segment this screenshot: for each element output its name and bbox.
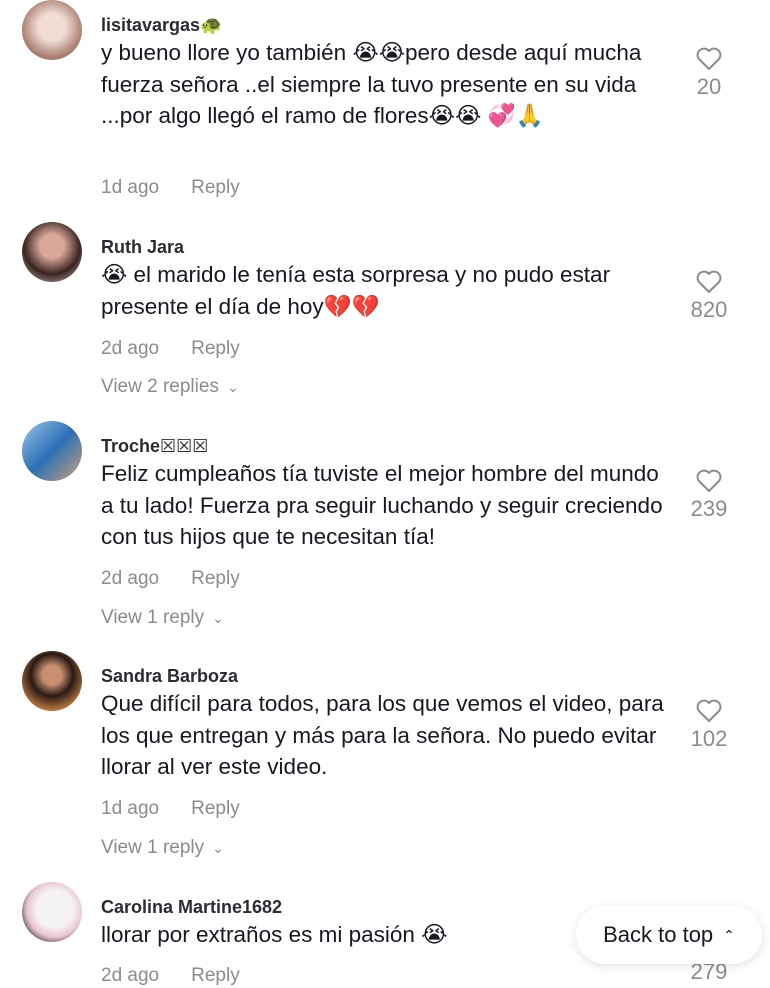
back-to-top-button[interactable]: Back to top ⌃	[576, 906, 762, 964]
double-chevron-up-icon: ⌃	[723, 926, 735, 943]
view-replies-button[interactable]: View 2 replies ⌄	[101, 375, 239, 399]
view-replies-button[interactable]: View 1 reply ⌄	[101, 606, 224, 630]
like-button[interactable]: 820	[680, 270, 738, 324]
comment-text: y bueno llore yo también 😭😭pero desde aq…	[101, 40, 642, 128]
heart-outline-icon	[696, 270, 722, 293]
heart-outline-icon	[696, 47, 722, 70]
reply-button[interactable]: Reply	[191, 338, 240, 359]
comment-time: 1d ago	[101, 177, 160, 198]
like-count: 20	[696, 74, 722, 99]
comment-meta: 2d ago Reply	[101, 964, 272, 988]
comment-username[interactable]: Ruth Jara	[101, 235, 184, 259]
heart-outline-icon	[696, 469, 722, 492]
like-button[interactable]: 102	[680, 699, 738, 753]
comment-meta: 2d ago Reply	[101, 337, 272, 361]
like-button[interactable]: 239	[680, 469, 738, 523]
view-replies-label: View 1 reply	[101, 607, 205, 628]
comment-username[interactable]: Sandra Barboza	[101, 664, 238, 688]
view-replies-label: View 2 replies	[101, 376, 219, 397]
reply-button[interactable]: Reply	[191, 798, 240, 819]
back-to-top-label: Back to top	[603, 922, 714, 947]
avatar[interactable]	[22, 222, 82, 282]
avatar[interactable]	[22, 651, 82, 711]
avatar[interactable]	[22, 882, 82, 942]
comment-time: 2d ago	[101, 338, 160, 359]
chevron-down-icon: ⌄	[226, 379, 239, 395]
avatar[interactable]	[22, 0, 82, 60]
comment-username[interactable]: lisitavargas🐢	[101, 13, 222, 37]
reply-button[interactable]: Reply	[191, 568, 240, 589]
chevron-down-icon: ⌄	[212, 610, 224, 626]
reply-button[interactable]: Reply	[191, 965, 240, 986]
heart-outline-icon	[696, 699, 722, 722]
avatar[interactable]	[22, 421, 82, 481]
comment-text: Que difícil para todos, para los que vem…	[101, 691, 664, 779]
view-replies-button[interactable]: View 1 reply ⌄	[101, 836, 224, 860]
comment-username[interactable]: Troche☒☒☒	[101, 434, 208, 458]
comment-time: 2d ago	[101, 965, 160, 986]
comment-meta: 2d ago Reply	[101, 567, 272, 591]
view-replies-label: View 1 reply	[101, 837, 205, 858]
comment-text: Feliz cumpleaños tía tuviste el mejor ho…	[101, 461, 663, 549]
like-button[interactable]: 20	[680, 47, 738, 101]
comment-username[interactable]: Carolina Martine1682	[101, 895, 282, 919]
like-count: 239	[690, 496, 728, 521]
like-count: 820	[690, 297, 728, 322]
comment-time: 2d ago	[101, 568, 160, 589]
comment-time: 1d ago	[101, 798, 160, 819]
comment-meta: 1d ago Reply	[101, 176, 272, 200]
comment-text: 😭 el marido le tenía esta sorpresa y no …	[101, 262, 611, 319]
chevron-down-icon: ⌄	[212, 840, 224, 856]
like-count: 102	[690, 726, 728, 751]
reply-button[interactable]: Reply	[191, 177, 240, 198]
comment-meta: 1d ago Reply	[101, 797, 272, 821]
